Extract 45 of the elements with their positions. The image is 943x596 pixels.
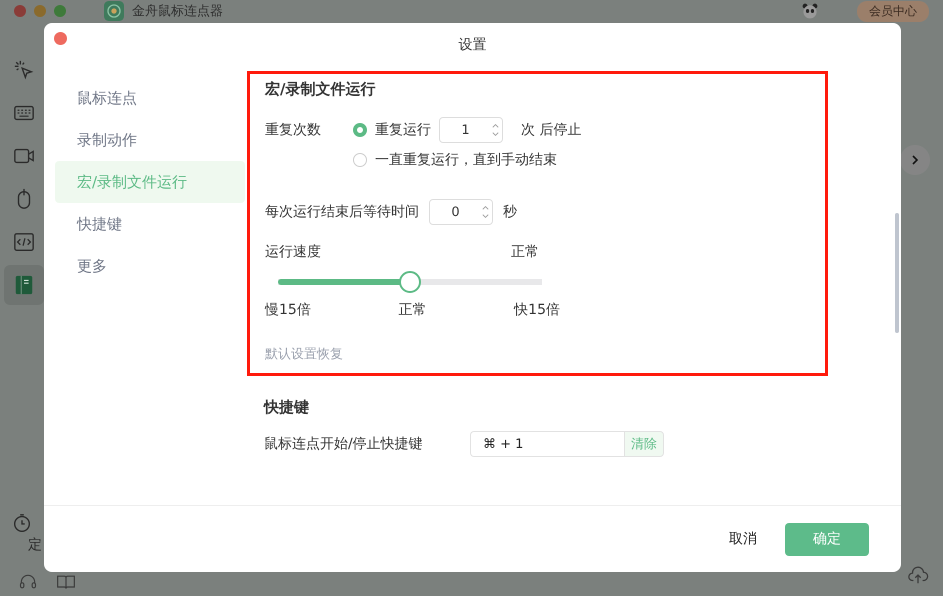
code-icon <box>13 231 35 253</box>
close-dot[interactable] <box>14 5 26 17</box>
cloud-upload-icon[interactable] <box>907 564 929 586</box>
stopwatch-icon[interactable] <box>11 512 33 534</box>
shortcut-label: 鼠标连点开始/停止快捷键 <box>264 435 424 453</box>
settings-nav-item[interactable]: 录制动作 <box>55 119 245 161</box>
settings-nav-item[interactable]: 快捷键 <box>55 203 245 245</box>
radio-label: 重复运行 <box>375 121 431 139</box>
member-center-button[interactable]: 会员中心 <box>857 0 929 22</box>
speed-tick-label: 快15倍 <box>514 301 560 319</box>
repeat-count-label: 重复次数 <box>265 121 322 140</box>
cursor-click-icon <box>13 59 35 81</box>
speed-tick-label: 正常 <box>398 301 426 319</box>
radio-button[interactable] <box>353 123 367 137</box>
repeat-suffix-text: 次 后停止 <box>521 121 582 139</box>
radio-button[interactable] <box>353 153 367 167</box>
dialog-title: 设置 <box>458 36 486 54</box>
cancel-button[interactable]: 取消 <box>725 524 761 554</box>
section-title: 宏/录制文件运行 <box>265 80 376 99</box>
scrollbar[interactable] <box>895 213 899 333</box>
next-button[interactable] <box>900 145 930 175</box>
panda-avatar-icon[interactable] <box>801 2 819 20</box>
settings-nav-item[interactable]: 鼠标连点 <box>55 77 245 119</box>
app-logo-icon <box>104 1 124 21</box>
speed-label: 运行速度 <box>265 243 321 261</box>
wait-time-label: 每次运行结束后等待时间 <box>265 203 419 221</box>
restore-defaults-link[interactable]: 默认设置恢复 <box>265 345 343 363</box>
notebook-icon <box>13 274 35 296</box>
zoom-dot[interactable] <box>54 5 66 17</box>
speed-tick-label: 慢15倍 <box>265 301 311 319</box>
repeat-count-field[interactable]: 1 <box>439 117 503 143</box>
settings-nav-item[interactable]: 更多 <box>55 245 245 287</box>
radio-label: 一直重复运行，直到手动结束 <box>375 151 557 169</box>
speed-value: 正常 <box>511 243 539 261</box>
section-title: 快捷键 <box>264 398 310 417</box>
minimize-dot[interactable] <box>34 5 46 17</box>
slider-thumb[interactable] <box>399 271 421 293</box>
shortcut-field[interactable]: ⌘ + 1 <box>470 431 624 457</box>
app-title: 金舟鼠标连点器 <box>132 3 223 20</box>
ok-button[interactable]: 确定 <box>785 522 869 556</box>
timer-label: 定 <box>28 536 42 554</box>
seconds-unit: 秒 <box>503 203 517 221</box>
sidebar-tool[interactable] <box>4 265 44 305</box>
close-button[interactable] <box>54 32 67 45</box>
wait-time-field[interactable]: 0 <box>429 199 493 225</box>
